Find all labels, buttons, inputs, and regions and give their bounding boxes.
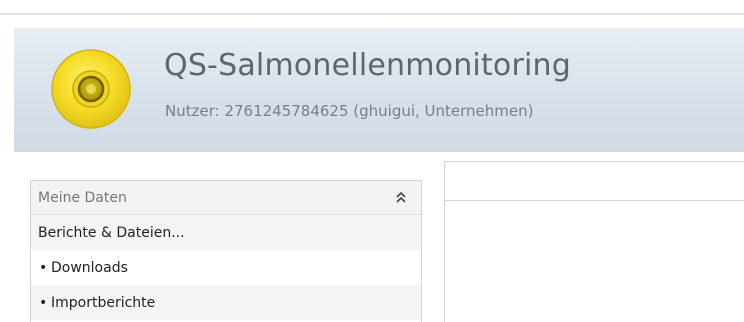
double-chevron-up-icon[interactable] [395, 190, 407, 206]
content-header-divider [445, 200, 744, 201]
app-title: QS-Salmonellenmonitoring [164, 48, 572, 83]
sidebar-header-label: Meine Daten [38, 189, 127, 206]
content-panel [444, 161, 744, 322]
page: QS-Salmonellenmonitoring Nutzer: 2761245… [0, 0, 744, 322]
sidebar-item-importberichte[interactable]: • Importberichte [31, 285, 421, 320]
sidebar-item-downloads[interactable]: • Downloads [31, 250, 421, 285]
bullet: • [39, 259, 48, 276]
sidebar-item-label: Downloads [51, 259, 128, 276]
top-divider [0, 13, 744, 15]
sidebar-header-meine-daten[interactable]: Meine Daten [31, 181, 421, 215]
sidebar-item-label: Importberichte [51, 294, 156, 311]
sidebar-section-berichte-dateien[interactable]: Berichte & Dateien... [31, 215, 421, 250]
user-info: Nutzer: 2761245784625 (ghuigui, Unterneh… [165, 102, 534, 120]
app-header: QS-Salmonellenmonitoring Nutzer: 2761245… [14, 28, 744, 152]
sidebar-panel: Meine Daten Berichte & Dateien... • Down… [30, 180, 422, 322]
yellow-ear-tag-icon [50, 48, 132, 130]
bullet: • [39, 294, 48, 311]
